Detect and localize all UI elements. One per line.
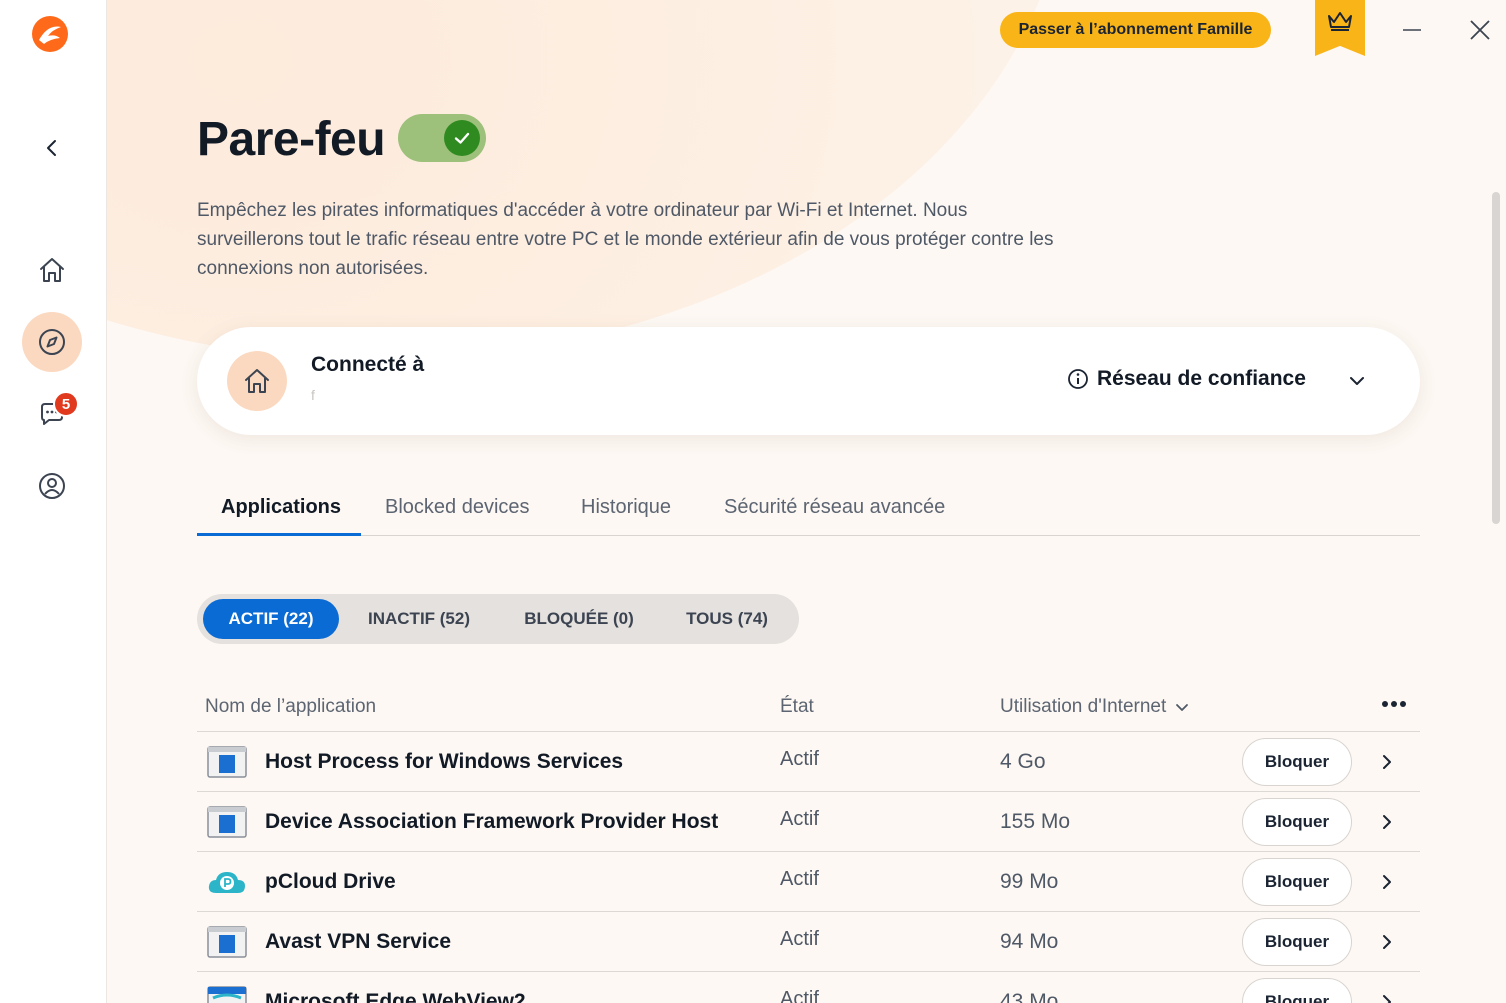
premium-crown-tab[interactable]: [1315, 0, 1365, 56]
upgrade-family-button[interactable]: Passer à l’abonnement Famille: [1000, 12, 1271, 48]
table-row[interactable]: Avast VPN Service Actif 94 Mo Bloquer: [197, 912, 1420, 972]
minimize-button[interactable]: [1394, 12, 1430, 48]
tab-history[interactable]: Historique: [581, 496, 671, 519]
filter-inactive[interactable]: INACTIF (52): [347, 599, 491, 639]
main-panel: Passer à l’abonnement Famille Pare-feu E…: [107, 0, 1506, 1003]
tab-advanced-security[interactable]: Sécurité réseau avancée: [724, 496, 945, 519]
app-usage: 99 Mo: [1000, 870, 1059, 893]
app-usage: 43 Mo: [1000, 990, 1059, 1003]
sort-chevron-down-icon: [1176, 704, 1189, 711]
back-button[interactable]: [22, 118, 82, 178]
active-tab-indicator: [197, 533, 361, 536]
app-name: Avast VPN Service: [265, 930, 451, 953]
app-usage: 4 Go: [1000, 750, 1046, 773]
chevron-right-icon[interactable]: [1377, 752, 1397, 772]
block-button[interactable]: Bloquer: [1242, 798, 1352, 846]
nav-account[interactable]: [22, 456, 82, 516]
block-button[interactable]: Bloquer: [1242, 918, 1352, 966]
user-icon: [39, 473, 65, 499]
close-icon: [1470, 20, 1490, 40]
chevron-right-icon[interactable]: [1377, 872, 1397, 892]
nav-home[interactable]: [22, 240, 82, 300]
nav-explore[interactable]: [22, 312, 82, 372]
app-usage: 94 Mo: [1000, 930, 1059, 953]
firewall-toggle[interactable]: [398, 114, 486, 162]
app-name: pCloud Drive: [265, 870, 396, 893]
filter-segmented-control: ACTIF (22) INACTIF (52) BLOQUÉE (0) TOUS…: [197, 594, 799, 644]
sidebar: 5: [0, 0, 107, 1003]
scrollbar[interactable]: [1492, 192, 1500, 524]
block-button[interactable]: Bloquer: [1242, 738, 1352, 786]
more-options-icon[interactable]: [1381, 700, 1407, 708]
chevron-down-icon[interactable]: [1347, 371, 1367, 391]
app-state: Actif: [780, 868, 819, 890]
column-app-name[interactable]: Nom de l’application: [205, 696, 376, 718]
app-state: Actif: [780, 988, 819, 1003]
windows-app-icon: [207, 746, 247, 778]
background-glow: [107, 0, 1067, 360]
block-button[interactable]: Bloquer: [1242, 978, 1352, 1003]
app-state: Actif: [780, 928, 819, 950]
app-name: Device Association Framework Provider Ho…: [265, 810, 719, 833]
table-header: Nom de l’application État Utilisation d'…: [197, 680, 1420, 732]
app-name: Host Process for Windows Services: [265, 750, 624, 773]
filter-active[interactable]: ACTIF (22): [203, 599, 339, 639]
minimize-icon: [1403, 29, 1421, 31]
app-state: Actif: [780, 808, 819, 830]
chevron-left-icon: [47, 140, 56, 156]
edge-webview-icon: [207, 986, 247, 1003]
table-row[interactable]: Host Process for Windows Services Actif …: [197, 732, 1420, 792]
block-button[interactable]: Bloquer: [1242, 858, 1352, 906]
column-usage[interactable]: Utilisation d'Internet: [1000, 696, 1190, 718]
column-usage-label: Utilisation d'Internet: [1000, 696, 1167, 717]
app-state: Actif: [780, 748, 819, 770]
windows-app-icon: [207, 926, 247, 958]
filter-all[interactable]: TOUS (74): [665, 599, 789, 639]
app-name: Microsoft Edge WebView2: [265, 990, 526, 1003]
network-name: f: [311, 387, 315, 403]
column-state[interactable]: État: [780, 696, 814, 718]
crown-icon: [1328, 12, 1352, 31]
close-window-button[interactable]: [1462, 12, 1498, 48]
avast-logo-icon[interactable]: [30, 14, 70, 54]
check-icon: [454, 132, 470, 144]
home-icon: [40, 258, 64, 282]
info-icon: [1068, 369, 1088, 389]
compass-icon: [39, 329, 65, 355]
app-usage: 155 Mo: [1000, 810, 1071, 833]
home-icon: [245, 369, 269, 393]
connection-label: Connecté à: [311, 353, 425, 376]
trust-level-select[interactable]: Réseau de confiance: [1067, 367, 1306, 391]
page-description: Empêchez les pirates informatiques d'acc…: [197, 200, 1054, 279]
windows-app-icon: [207, 806, 247, 838]
table-row[interactable]: Device Association Framework Provider Ho…: [197, 792, 1420, 852]
tab-blocked-devices[interactable]: Blocked devices: [385, 496, 530, 519]
chevron-right-icon[interactable]: [1377, 932, 1397, 952]
filter-blocked[interactable]: BLOQUÉE (0): [501, 599, 657, 639]
toggle-knob: [444, 120, 480, 156]
page-title: Pare-feu: [197, 113, 386, 166]
tab-applications[interactable]: Applications: [221, 496, 341, 519]
network-home-icon-wrap: [227, 351, 287, 411]
trust-level-label: Réseau de confiance: [1097, 367, 1306, 390]
pcloud-icon: [208, 872, 245, 893]
tab-bar: Applications Blocked devices Historique …: [197, 488, 1420, 536]
table-row[interactable]: Microsoft Edge WebView2 Actif 43 Mo Bloq…: [197, 972, 1420, 1003]
table-row[interactable]: pCloud Drive Actif 99 Mo Bloquer: [197, 852, 1420, 912]
messages-badge: 5: [53, 391, 79, 417]
connection-card: Connecté à f Réseau de confiance: [197, 327, 1420, 435]
chevron-right-icon[interactable]: [1377, 812, 1397, 832]
chevron-right-icon[interactable]: [1377, 992, 1397, 1003]
